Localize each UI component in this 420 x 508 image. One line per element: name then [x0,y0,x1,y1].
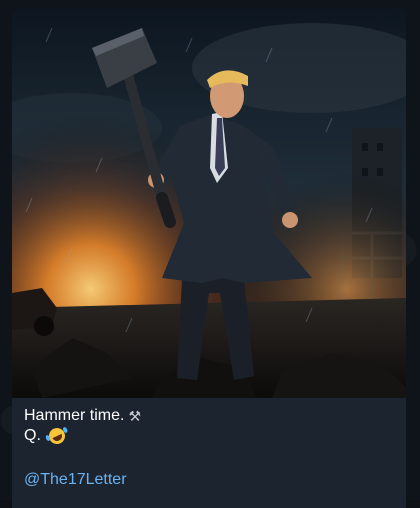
message-bubble[interactable]: Hammer time. ⚒ Q. @The17Letter [12,8,406,508]
caption-line-1: Hammer time. ⚒ [24,406,394,426]
rolling-laughing-emoji-icon [46,425,68,447]
message-caption: Hammer time. ⚒ Q. @The17Letter [24,406,394,490]
caption-line-2: Q. [24,425,394,447]
caption-text-2: Q. [24,427,41,444]
hammer-icon: ⚒ [128,408,142,424]
channel-link[interactable]: @The17Letter [24,470,394,490]
message-photo[interactable] [12,8,406,398]
caption-text-1: Hammer time. [24,407,125,424]
